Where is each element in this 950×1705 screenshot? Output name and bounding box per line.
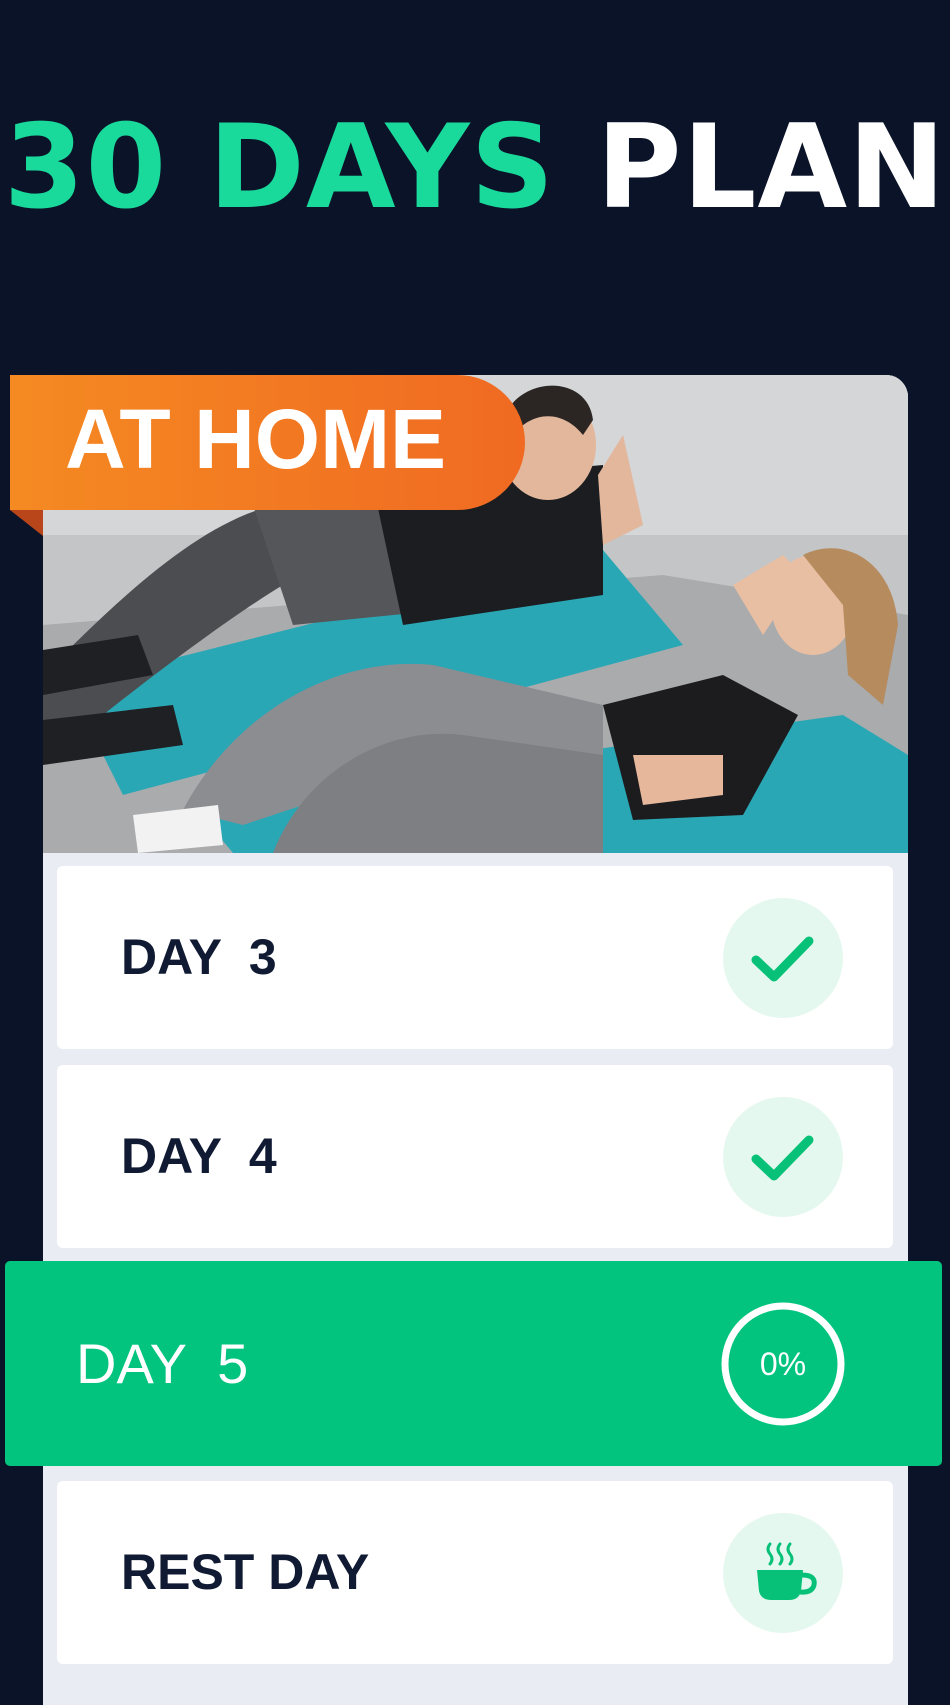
day-label: DAY 4 [121, 1128, 277, 1184]
day-label: DAY 3 [121, 929, 277, 985]
day-label: DAY 5 [76, 1332, 249, 1395]
at-home-badge-label: AT HOME [65, 392, 447, 486]
check-icon [751, 1135, 814, 1181]
progress-ring: 0% [719, 1300, 847, 1428]
day-label: REST DAY [121, 1544, 370, 1600]
page-title-plain: PLAN [596, 100, 947, 235]
day-row-3[interactable]: DAY 3 [57, 866, 893, 1049]
completed-status [723, 898, 843, 1018]
check-icon [751, 936, 814, 982]
page-title: 30 DAYS PLAN [0, 110, 950, 226]
coffee-cup-icon [757, 1542, 817, 1600]
progress-percent: 0% [759, 1346, 807, 1382]
rest-day-row[interactable]: REST DAY [57, 1481, 893, 1664]
day-row-5-current[interactable]: DAY 5 0% [5, 1261, 942, 1466]
at-home-badge: AT HOME [10, 375, 525, 510]
day-row-4[interactable]: DAY 4 [57, 1065, 893, 1248]
badge-fold [10, 510, 43, 536]
completed-status [723, 1097, 843, 1217]
page-title-accent: 30 DAYS [3, 100, 556, 235]
rest-status [723, 1513, 843, 1633]
